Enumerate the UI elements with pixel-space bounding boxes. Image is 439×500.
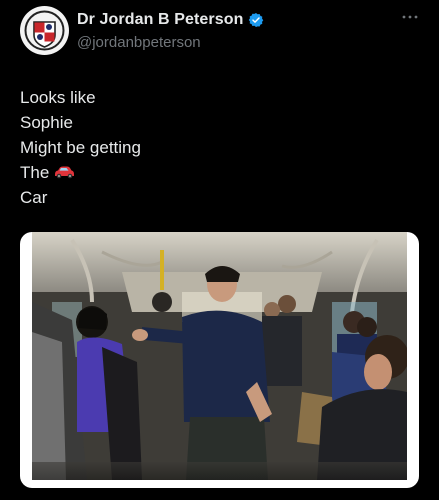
tweet-line: Car [20, 188, 48, 207]
author-display-name[interactable]: Dr Jordan B Peterson [77, 11, 243, 29]
author-handle[interactable]: @jordanbpeterson [77, 34, 201, 51]
verified-badge-icon [249, 13, 264, 27]
tweet-text: Looks like Sophie Might be getting The C… [20, 85, 141, 210]
tweet-line: Might be getting [20, 138, 141, 157]
avatar-logo-icon [20, 6, 69, 55]
tweet-line: Sophie [20, 113, 73, 132]
car-icon [55, 166, 75, 179]
subway-photo[interactable] [32, 232, 407, 480]
tweet-line: The [20, 163, 50, 182]
tweet-media[interactable] [20, 232, 419, 488]
tweet-line: Looks like [20, 88, 96, 107]
avatar[interactable] [20, 6, 69, 55]
author-name-row[interactable]: Dr Jordan B Peterson [77, 11, 264, 29]
more-options-icon[interactable] [401, 12, 419, 22]
tweet-line-with-emoji: The [20, 160, 141, 185]
